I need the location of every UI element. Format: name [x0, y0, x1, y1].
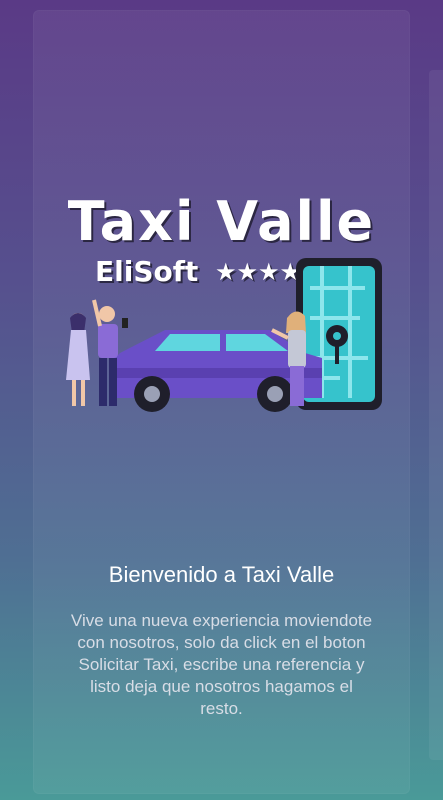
- app-logo-title: Taxi Valle: [67, 190, 376, 253]
- welcome-description: Vive una nueva experiencia moviendote co…: [70, 611, 373, 718]
- welcome-heading: Bienvenido a Taxi Valle: [108, 562, 335, 587]
- next-page-peek[interactable]: [429, 70, 443, 760]
- woman-figure-icon: [66, 313, 90, 406]
- taxi-illustration: [66, 258, 382, 412]
